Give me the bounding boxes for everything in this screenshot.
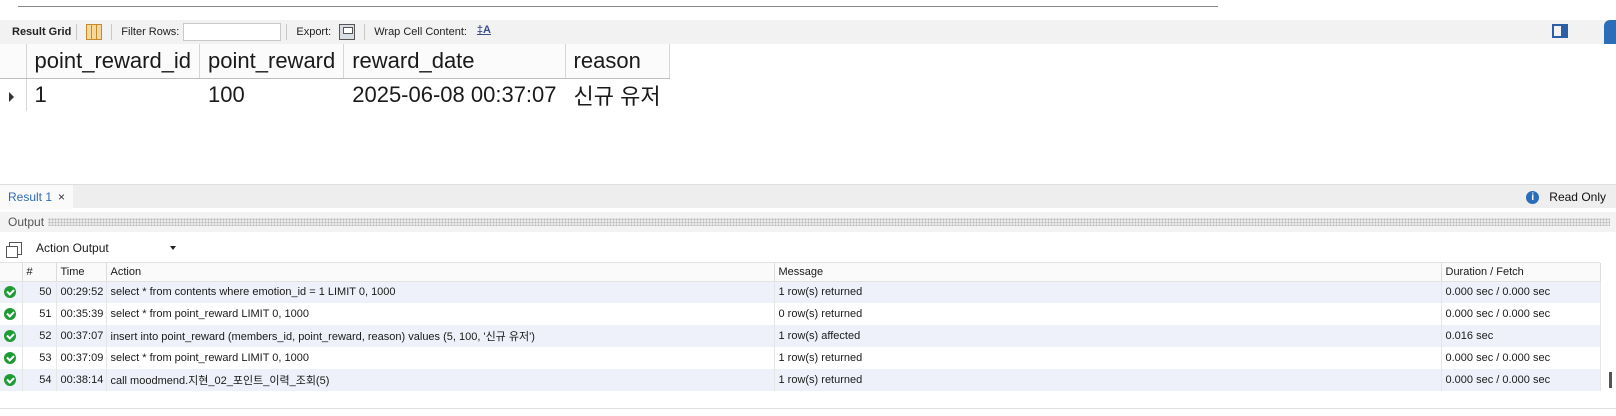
output-header-row: # Time Action Message Duration / Fetch	[0, 263, 1601, 282]
read-only-indicator: i Read Only	[1526, 185, 1606, 209]
status-cell	[0, 281, 23, 303]
output-time: 00:37:09	[56, 347, 107, 369]
output-num: 53	[22, 347, 57, 369]
status-column-header[interactable]	[0, 263, 23, 282]
resize-grip[interactable]	[48, 218, 1610, 226]
output-row[interactable]: 50 00:29:52 select * from contents where…	[0, 281, 1601, 303]
filter-rows-label: Filter Rows:	[121, 26, 180, 38]
result-table: point_reward_id point_reward reward_date…	[0, 44, 670, 111]
output-action: select * from point_reward LIMIT 0, 1000	[106, 303, 775, 325]
info-icon: i	[1526, 190, 1540, 204]
tab-label: Result 1	[8, 190, 53, 204]
toolbar-separator	[76, 24, 78, 40]
output-action: select * from point_reward LIMIT 0, 1000	[106, 347, 775, 369]
output-time: 00:29:52	[56, 281, 107, 303]
output-row[interactable]: 54 00:38:14 call moodmend.지현_02_포인트_이력_조…	[0, 369, 1601, 391]
result-toolbar: Result Grid Filter Rows: Export: Wrap Ce…	[0, 20, 1616, 44]
toolbar-separator	[364, 24, 366, 40]
result-row[interactable]: 1 100 2025-06-08 00:37:07 신규 유저	[0, 78, 670, 111]
column-header[interactable]: reason	[565, 44, 670, 79]
output-action: select * from contents where emotion_id …	[106, 281, 775, 303]
toggle-side-panel-icon[interactable]	[1552, 24, 1568, 38]
output-time: 00:38:14	[56, 369, 107, 391]
result-tab-bar: Result 1 × i Read Only	[0, 184, 1616, 209]
output-num: 54	[22, 369, 57, 391]
output-duration: 0.000 sec / 0.000 sec	[1441, 369, 1601, 391]
filter-rows-input[interactable]	[183, 23, 282, 41]
status-cell	[0, 325, 23, 347]
copy-icon[interactable]	[6, 241, 22, 258]
output-message: 1 row(s) returned	[774, 281, 1442, 303]
output-action: insert into point_reward (members_id, po…	[106, 325, 775, 347]
output-message: 0 row(s) returned	[774, 303, 1442, 325]
success-check-icon	[4, 330, 16, 343]
row-selector-header[interactable]	[0, 44, 27, 79]
output-time: 00:35:39	[56, 303, 107, 325]
row-selector[interactable]	[0, 78, 27, 111]
close-icon[interactable]: ×	[58, 190, 65, 204]
panel-bottom-border	[0, 408, 1616, 409]
output-duration: 0.016 sec	[1441, 325, 1601, 347]
output-row[interactable]: 52 00:37:07 insert into point_reward (me…	[0, 325, 1601, 347]
column-header[interactable]: point_reward_id	[26, 44, 201, 79]
output-num: 50	[22, 281, 57, 303]
output-num: 52	[22, 325, 57, 347]
grid-cell[interactable]: 신규 유저	[565, 78, 670, 111]
output-duration: 0.000 sec / 0.000 sec	[1441, 281, 1601, 303]
column-header[interactable]: Action	[106, 263, 775, 282]
output-message: 1 row(s) returned	[774, 369, 1442, 391]
output-duration: 0.000 sec / 0.000 sec	[1441, 347, 1601, 369]
success-check-icon	[4, 308, 16, 321]
output-type-value: Action Output	[36, 241, 109, 255]
status-cell	[0, 303, 23, 325]
output-duration: 0.000 sec / 0.000 sec	[1441, 303, 1601, 325]
output-type-select[interactable]: Action Output	[32, 238, 180, 258]
output-selector-row: Action Output	[0, 236, 1616, 260]
column-header[interactable]: point_reward	[199, 44, 345, 79]
editor-divider	[18, 6, 1218, 7]
column-header[interactable]: reward_date	[343, 44, 566, 79]
column-header[interactable]: #	[22, 263, 57, 282]
output-action: call moodmend.지현_02_포인트_이력_조회(5)	[106, 369, 775, 391]
output-title: Output	[8, 215, 45, 229]
column-header[interactable]: Duration / Fetch	[1441, 263, 1601, 282]
read-only-label: Read Only	[1549, 190, 1606, 204]
form-editor-icon[interactable]	[86, 24, 103, 40]
output-message: 1 row(s) affected	[774, 325, 1442, 347]
output-message: 1 row(s) returned	[774, 347, 1442, 369]
tab-result-1[interactable]: Result 1 ×	[0, 185, 74, 209]
action-output-list: # Time Action Message Duration / Fetch 5…	[0, 262, 1601, 408]
grid-cell[interactable]: 2025-06-08 00:37:07	[343, 78, 566, 111]
toolbar-separator	[111, 24, 113, 40]
output-scrollbar[interactable]	[1609, 372, 1612, 388]
column-header[interactable]: Message	[774, 263, 1442, 282]
output-row[interactable]: 53 00:37:09 select * from point_reward L…	[0, 347, 1601, 369]
status-cell	[0, 347, 23, 369]
chevron-down-icon	[170, 246, 176, 250]
wrap-cell-toggle-icon[interactable]: ‡A	[475, 24, 493, 40]
toolbar-separator	[286, 24, 288, 40]
grid-cell[interactable]: 1	[26, 78, 201, 111]
export-icon[interactable]	[339, 24, 356, 40]
result-header-row: point_reward_id point_reward reward_date…	[0, 44, 670, 79]
export-label: Export:	[296, 26, 332, 38]
action-output-table: # Time Action Message Duration / Fetch 5…	[0, 263, 1601, 391]
success-check-icon	[4, 352, 16, 365]
result-grid-button[interactable]: Result Grid	[12, 20, 71, 44]
column-header[interactable]: Time	[56, 263, 107, 282]
success-check-icon	[4, 286, 16, 299]
workbench-result-panel: Result Grid Filter Rows: Export: Wrap Ce…	[0, 0, 1616, 416]
success-check-icon	[4, 374, 16, 387]
grid-cell[interactable]: 100	[199, 78, 345, 111]
result-grid: point_reward_id point_reward reward_date…	[0, 44, 1616, 184]
output-panel-header: Output	[0, 212, 1616, 232]
current-row-arrow-icon	[9, 91, 14, 102]
status-cell	[0, 369, 23, 391]
output-num: 51	[22, 303, 57, 325]
output-time: 00:37:07	[56, 325, 107, 347]
wrap-cell-label: Wrap Cell Content:	[374, 26, 467, 38]
output-row[interactable]: 51 00:35:39 select * from point_reward L…	[0, 303, 1601, 325]
